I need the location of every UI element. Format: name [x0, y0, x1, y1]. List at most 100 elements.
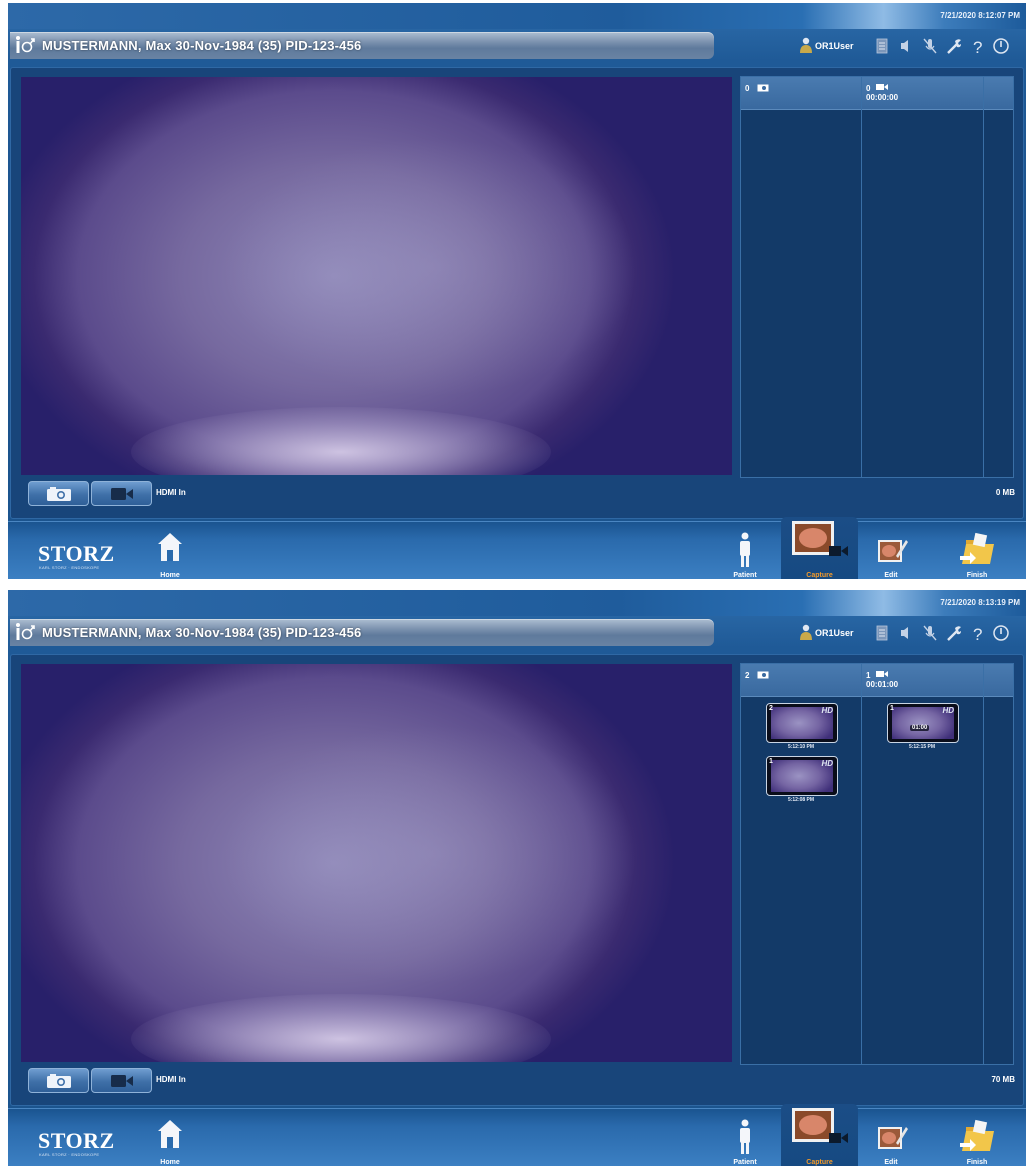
- home-icon: [158, 533, 182, 561]
- camera-icon: [46, 1073, 71, 1088]
- toolbar-area: OR1User ?: [793, 32, 1023, 59]
- nav-edit[interactable]: Edit: [866, 1109, 916, 1166]
- patient-info: MUSTERMANN, Max 30-Nov-1984 (35) PID-123…: [42, 38, 362, 53]
- nav-finish[interactable]: Finish: [948, 522, 1006, 579]
- nav-finish[interactable]: Finish: [948, 1109, 1006, 1166]
- title-bar: 7/21/2020 8:13:19 PM: [8, 590, 1026, 616]
- image-thumbnail[interactable]: 1 HD: [766, 756, 838, 796]
- camera-icon: [757, 84, 769, 92]
- video-haze: [221, 137, 641, 397]
- thumbnail-number: 1: [769, 758, 773, 765]
- hd-badge: HD: [942, 706, 954, 715]
- thumbnail-time: 5:12:08 PM: [787, 797, 815, 803]
- volume-icon[interactable]: [897, 37, 915, 55]
- thumbnail-number: 1: [890, 705, 894, 712]
- user-name[interactable]: OR1User: [815, 628, 854, 638]
- edit-icon: [878, 1127, 908, 1149]
- patient-icon: [740, 532, 750, 567]
- storage-used: 70 MB: [991, 1075, 1015, 1084]
- patient-male-icon: [16, 623, 35, 640]
- thumbnail-number: 2: [769, 705, 773, 712]
- column-divider: [983, 77, 984, 477]
- video-camera-icon: [876, 671, 888, 677]
- column-divider: [861, 77, 862, 477]
- video-count: 0: [866, 84, 871, 93]
- bottom-nav: STORZ KARL STORZ · ENDOSKOPE Home Patien…: [8, 1104, 1026, 1166]
- patient-info: MUSTERMANN, Max 30-Nov-1984 (35) PID-123…: [42, 625, 362, 640]
- video-camera-icon: [110, 1074, 133, 1087]
- nav-patient-label: Patient: [733, 572, 757, 579]
- nav-home-label: Home: [160, 572, 180, 579]
- nav-edit[interactable]: Edit: [866, 522, 916, 579]
- power-icon[interactable]: [992, 37, 1010, 55]
- datetime: 7/21/2020 8:13:19 PM: [940, 598, 1020, 607]
- bottom-nav: STORZ KARL STORZ · ENDOSKOPE Home Patien…: [8, 517, 1026, 579]
- hd-badge: HD: [821, 759, 833, 768]
- capture-panel: 0 0 00:00:00 HDMI In 0 MB: [10, 67, 1024, 519]
- capture-photo-button[interactable]: [28, 481, 89, 506]
- video-camera-icon: [876, 84, 888, 90]
- video-haze: [221, 724, 641, 984]
- nav-home[interactable]: Home: [148, 1109, 192, 1166]
- patient-male-icon: [16, 36, 35, 53]
- capture-photo-button[interactable]: [28, 1068, 89, 1093]
- column-divider: [983, 664, 984, 1064]
- record-video-button[interactable]: [91, 481, 152, 506]
- svg-text:?: ?: [973, 625, 982, 642]
- gallery-header: 2 1 00:01:00: [741, 664, 1013, 697]
- patient-icon: [740, 1119, 750, 1154]
- storz-logo: STORZ: [38, 541, 115, 566]
- nav-finish-label: Finish: [966, 572, 988, 579]
- finish-folder-icon: [960, 532, 994, 564]
- storage-used: 0 MB: [995, 488, 1015, 497]
- nav-capture[interactable]: Capture: [781, 1104, 858, 1166]
- video-thumbnail[interactable]: 1 HD 01:00: [887, 703, 959, 743]
- nav-patient[interactable]: Patient: [720, 1109, 770, 1166]
- help-icon[interactable]: ?: [969, 624, 987, 642]
- media-gallery: 0 0 00:00:00: [740, 76, 1014, 478]
- hd-badge: HD: [821, 706, 833, 715]
- video-duration: 00:00:00: [866, 93, 899, 102]
- wrench-icon[interactable]: [945, 624, 963, 642]
- capture-panel: 2 1 00:01:00 2 HD 5:12:10 PM 1 HD 5:12:0…: [10, 654, 1024, 1106]
- media-gallery: 2 1 00:01:00 2 HD 5:12:10 PM 1 HD 5:12:0…: [740, 663, 1014, 1065]
- user-icon: [800, 37, 812, 53]
- video-count: 1: [866, 671, 871, 680]
- capture-icon: [792, 521, 848, 556]
- image-thumbnail[interactable]: 2 HD: [766, 703, 838, 743]
- user-icon: [800, 624, 812, 640]
- mic-muted-icon[interactable]: [921, 37, 939, 55]
- patient-bar[interactable]: MUSTERMANN, Max 30-Nov-1984 (35) PID-123…: [10, 619, 714, 646]
- document-icon[interactable]: [873, 37, 891, 55]
- help-icon[interactable]: ?: [969, 37, 987, 55]
- mic-muted-icon[interactable]: [921, 624, 939, 642]
- camera-icon: [46, 486, 71, 501]
- title-bar: 7/21/2020 8:12:07 PM: [8, 3, 1026, 29]
- video-thumbnail-duration: 01:00: [910, 725, 930, 731]
- record-video-button[interactable]: [91, 1068, 152, 1093]
- volume-icon[interactable]: [897, 624, 915, 642]
- power-icon[interactable]: [992, 624, 1010, 642]
- svg-text:?: ?: [973, 38, 982, 55]
- video-source: HDMI In: [156, 1075, 186, 1084]
- image-count: 0: [745, 84, 750, 93]
- finish-folder-icon: [960, 1119, 994, 1151]
- live-video: [21, 77, 732, 475]
- document-icon[interactable]: [873, 624, 891, 642]
- camera-icon: [757, 671, 769, 679]
- wrench-icon[interactable]: [945, 37, 963, 55]
- live-video: [21, 664, 732, 1062]
- nav-home[interactable]: Home: [148, 522, 192, 579]
- nav-patient[interactable]: Patient: [720, 522, 770, 579]
- logo-subtitle: KARL STORZ · ENDOSKOPE: [39, 1152, 100, 1157]
- patient-bar[interactable]: MUSTERMANN, Max 30-Nov-1984 (35) PID-123…: [10, 32, 714, 59]
- image-count: 2: [745, 671, 750, 680]
- capture-icon: [792, 1108, 848, 1143]
- thumbnail-time: 5:12:15 PM: [908, 744, 936, 750]
- column-divider: [861, 664, 862, 1064]
- screen-before-capture: 7/21/2020 8:12:07 PM MUSTERMANN, Max 30-…: [8, 3, 1026, 579]
- nav-capture[interactable]: Capture: [781, 517, 858, 579]
- edit-icon: [878, 540, 908, 562]
- user-name[interactable]: OR1User: [815, 41, 854, 51]
- toolbar-area: OR1User ?: [793, 619, 1023, 646]
